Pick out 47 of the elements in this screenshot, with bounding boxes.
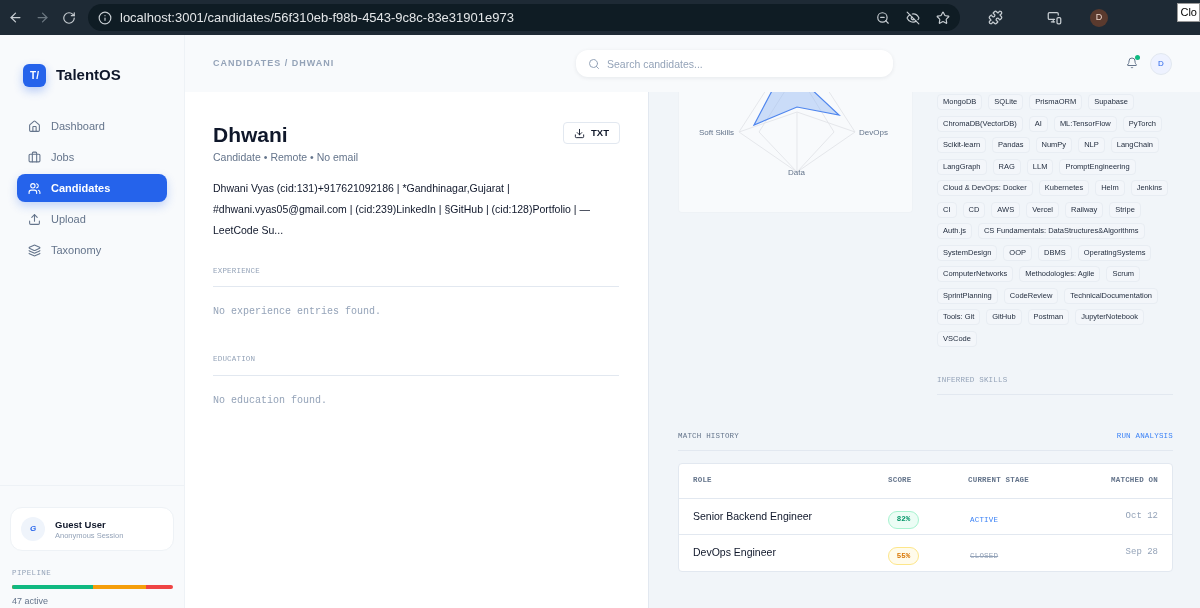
- upload-icon: [28, 212, 41, 226]
- role-cell-text: DevOps Engineer: [693, 545, 777, 561]
- briefcase-icon: [28, 150, 41, 164]
- resume-summary: Dhwani Vyas (cid:131)+917621092186 | *Gandhinagar,Gujarat | #dhwani.vyas05@gmail.com | (cid:239)LinkedIn | §GitHub | (cid:128)Portfolio | — LeetCode Su...: [213, 181, 591, 238]
- notifications-button[interactable]: [1126, 56, 1140, 71]
- axis-label: Soft Skills: [699, 127, 735, 139]
- role-cell-text: Senior Backend Engineer: [693, 508, 814, 524]
- users-icon: [28, 181, 41, 195]
- user-avatar: G: [21, 517, 45, 542]
- reload-icon[interactable]: [62, 10, 76, 25]
- back-icon[interactable]: [8, 10, 23, 25]
- zoom-icon[interactable]: [876, 10, 890, 25]
- export-button[interactable]: TXT: [563, 122, 620, 144]
- bookmark-star-icon[interactable]: [936, 10, 950, 25]
- user-name: Guest User: [55, 518, 107, 531]
- extensions-icon[interactable]: [988, 10, 1003, 25]
- user-avatar[interactable]: D: [1150, 52, 1172, 75]
- eye-off-icon[interactable]: [906, 10, 920, 25]
- nav-item[interactable]: Taxonomy: [17, 236, 167, 264]
- tooltip: Clo: [1177, 3, 1200, 22]
- url-text: localhost:3001/candidates/56f310eb-f98b-4543-9c8c-83e31901e973: [120, 8, 515, 27]
- site-info-icon[interactable]: [98, 10, 112, 25]
- profile-avatar[interactable]: D: [1090, 8, 1108, 27]
- empty-message: No education found.: [213, 393, 329, 408]
- home-icon: [28, 119, 41, 133]
- candidate-name: Dhwani: [213, 122, 289, 148]
- empty-message: No experience entries found.: [213, 305, 383, 320]
- bell-icon: [1126, 56, 1138, 69]
- date-cell: Sep 28: [1125, 546, 1158, 560]
- tab-search-icon[interactable]: [1047, 10, 1062, 25]
- nav-item[interactable]: Dashboard: [17, 112, 167, 140]
- brand-name: TalentOS: [56, 64, 121, 85]
- search-field[interactable]: Search candidates...: [576, 50, 893, 77]
- nav-item[interactable]: Jobs: [17, 143, 167, 171]
- search-icon: [588, 58, 600, 70]
- nav-item[interactable]: Upload: [17, 205, 167, 233]
- active-count: 47 active: [12, 594, 50, 608]
- logo-mark: T/: [23, 63, 46, 87]
- date-cell-text: Oct 12: [1125, 509, 1158, 523]
- layers-icon: [28, 243, 41, 257]
- download-icon: [574, 127, 586, 139]
- nav-item[interactable]: Candidates: [17, 174, 167, 202]
- candidate-meta: Candidate • Remote • No email: [213, 150, 359, 166]
- address-bar[interactable]: localhost:3001/candidates/56f310eb-f98b-4543-9c8c-83e31901e973: [88, 4, 960, 31]
- axis-label: Data: [788, 167, 805, 179]
- breadcrumb: CANDIDATES / DHWANI: [213, 56, 336, 70]
- axis-label: DevOps: [859, 127, 888, 139]
